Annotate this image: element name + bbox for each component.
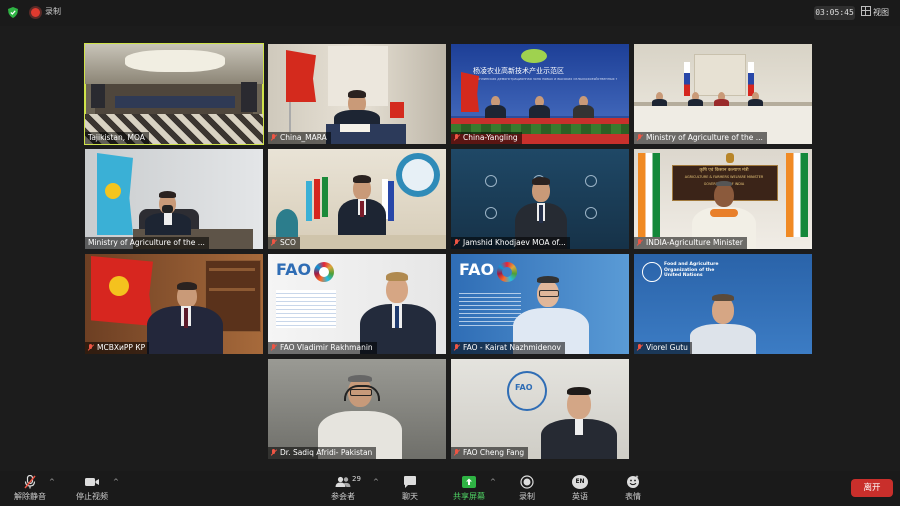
video-tile-sco[interactable]: SCO <box>268 149 446 249</box>
participants-icon <box>335 476 351 487</box>
muted-mic-icon <box>271 449 277 456</box>
language-badge: EN <box>572 475 588 489</box>
video-tile-fao-rakhmanin[interactable]: FAO FAO Vladimir Rakhmanin <box>268 254 446 354</box>
participants-label: 参会者 <box>331 492 355 501</box>
unmute-button[interactable]: 解除静音 <box>12 471 48 506</box>
share-screen-label: 共享屏幕 <box>453 492 485 501</box>
video-tile-tajikistan[interactable]: Tajikistan, MOA <box>84 43 264 145</box>
muted-mic-icon <box>88 344 94 351</box>
participants-options-caret[interactable]: ^ <box>373 478 379 486</box>
language-button[interactable]: EN 英语 <box>566 471 594 506</box>
video-tile-india[interactable]: कृषि एवं किसान कल्याण मंत्री AGRICULTURE… <box>634 149 812 249</box>
india-banner-2: AGRICULTURE & FARMERS WELFARE MINISTER <box>684 175 764 179</box>
video-camera-icon <box>85 478 99 486</box>
tile-name: FAO - Kairat Nazhmidenov <box>451 342 565 354</box>
record-label: 录制 <box>519 492 535 501</box>
muted-mic-icon <box>271 344 277 351</box>
video-tile-cheng-fang[interactable]: FAO FAO Cheng Fang <box>451 359 629 459</box>
fao-logo-text: FAO <box>515 383 533 392</box>
top-bar: 录制 03:05:45 视图 <box>0 0 900 26</box>
video-tile-ministry-2[interactable]: Ministry of Agriculture of the ... <box>85 149 263 249</box>
leave-button[interactable]: 离开 <box>851 479 893 497</box>
fao-org-line-1: Food and Agriculture <box>664 262 719 267</box>
unmute-label: 解除静音 <box>14 492 46 501</box>
video-tile-china-yangling[interactable]: 杨凌农业高新技术产业示范区 Янлинская демонстрационная… <box>451 44 629 144</box>
video-tile-jamshid[interactable]: Jamshid Khodjaev MOA of... <box>451 149 629 249</box>
record-icon <box>520 475 534 489</box>
language-label: 英语 <box>572 492 588 501</box>
recording-label: 录制 <box>45 7 61 16</box>
tile-name: SCO <box>268 237 300 249</box>
fao-logo-text: FAO <box>276 260 312 279</box>
muted-mic-icon <box>637 344 643 351</box>
share-screen-button[interactable]: 共享屏幕 <box>450 471 488 506</box>
view-label: 视图 <box>873 8 889 17</box>
tile-name: FAO Cheng Fang <box>451 447 529 459</box>
tile-name: INDIA-Agriculture Minister <box>634 237 747 249</box>
stop-video-label: 停止视频 <box>76 492 108 501</box>
muted-mic-icon <box>271 239 277 246</box>
tile-name: Jamshid Khodjaev MOA of... <box>451 237 570 249</box>
share-screen-icon <box>462 476 476 488</box>
muted-mic-icon <box>637 134 643 141</box>
muted-mic-icon <box>24 475 36 489</box>
video-tile-ministry-1[interactable]: Ministry of Agriculture of the ... <box>634 44 812 144</box>
chat-label: 聊天 <box>402 492 418 501</box>
tile-name: China-Yangling <box>451 132 522 144</box>
yangling-banner-sub: Янлинская демонстрационная зона новых и … <box>477 77 617 81</box>
share-options-caret[interactable]: ^ <box>490 478 496 486</box>
tile-name: China_MARA <box>268 132 331 144</box>
chat-icon <box>404 476 416 488</box>
shield-icon[interactable] <box>8 7 18 18</box>
muted-mic-icon <box>454 134 460 141</box>
smiley-icon <box>627 475 639 488</box>
fao-logo-text: FAO <box>459 260 495 279</box>
gallery-view-icon <box>861 6 871 16</box>
video-tile-kyrgyz[interactable]: МСВХиРР КР <box>85 254 263 354</box>
video-tile-fao-nazhmidenov[interactable]: FAO FAO - Kairat Nazhmidenov <box>451 254 629 354</box>
video-tile-viorel[interactable]: Food and Agriculture Organization of the… <box>634 254 812 354</box>
reactions-button[interactable]: 表情 <box>619 471 647 506</box>
recording-icon <box>31 8 40 17</box>
chat-button[interactable]: 聊天 <box>396 471 424 506</box>
tile-name: Dr. Sadiq Afridi- Pakistan <box>268 447 377 459</box>
tile-name: Tajikistan, MOA <box>85 132 149 144</box>
muted-mic-icon <box>454 239 460 246</box>
video-tile-sadiq[interactable]: Dr. Sadiq Afridi- Pakistan <box>268 359 446 459</box>
stop-video-button[interactable]: 停止视频 <box>74 471 110 506</box>
tile-name: МСВХиРР КР <box>85 342 150 354</box>
meeting-timer: 03:05:45 <box>814 6 855 20</box>
record-button[interactable]: 录制 <box>513 471 541 506</box>
tile-name: Ministry of Agriculture of the ... <box>85 237 209 249</box>
audio-options-caret[interactable]: ^ <box>49 478 55 486</box>
video-options-caret[interactable]: ^ <box>113 478 119 486</box>
muted-mic-icon <box>454 344 460 351</box>
video-tile-china-mara[interactable]: China_MARA <box>268 44 446 144</box>
participants-count: 29 <box>352 475 361 483</box>
tile-name: Viorel Gutu <box>634 342 692 354</box>
yangling-banner: 杨凌农业高新技术产业示范区 <box>473 67 564 75</box>
india-banner: कृषि एवं किसान कल्याण मंत्री <box>699 168 749 173</box>
muted-mic-icon <box>454 449 460 456</box>
tile-name: Ministry of Agriculture of the ... <box>634 132 767 144</box>
fao-org-line-3: United Nations <box>664 273 703 278</box>
tile-name: FAO Vladimir Rakhmanin <box>268 342 377 354</box>
muted-mic-icon <box>637 239 643 246</box>
muted-mic-icon <box>271 134 277 141</box>
view-button[interactable]: 视图 <box>861 6 889 18</box>
reactions-label: 表情 <box>625 492 641 501</box>
